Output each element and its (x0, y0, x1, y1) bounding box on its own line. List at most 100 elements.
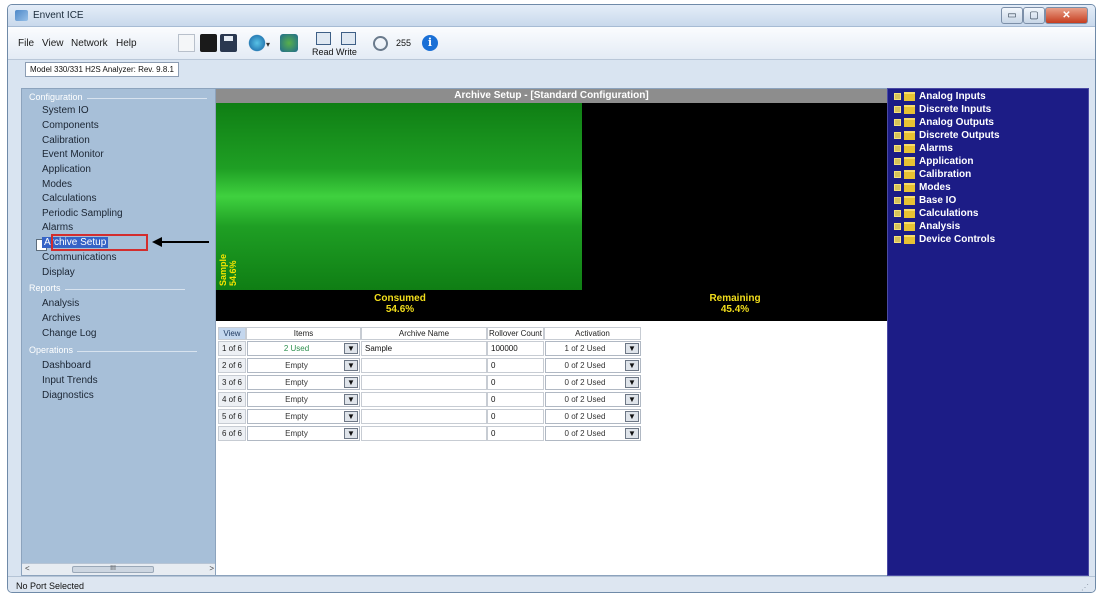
expand-icon[interactable] (894, 132, 901, 139)
chevron-down-icon[interactable]: ▼ (625, 343, 639, 354)
info-icon[interactable]: i (422, 35, 438, 51)
archive-name-field[interactable] (361, 375, 487, 390)
menu-network[interactable]: Network (71, 38, 108, 49)
rollover-count-field[interactable]: 0 (487, 426, 544, 441)
activation-dropdown[interactable]: 0 of 2 Used ▼ (545, 358, 641, 373)
expand-icon[interactable] (894, 236, 901, 243)
rollover-count-field[interactable]: 0 (487, 358, 544, 373)
view-button[interactable]: 5 of 6 (218, 409, 246, 424)
chevron-down-icon[interactable]: ▼ (344, 377, 358, 388)
chevron-down-icon[interactable]: ▼ (625, 411, 639, 422)
write-button[interactable]: Write (336, 47, 357, 57)
nav-item-system-io[interactable]: System IO (42, 105, 89, 116)
nav-item-change-log[interactable]: Change Log (42, 328, 97, 339)
activation-dropdown[interactable]: 0 of 2 Used ▼ (545, 375, 641, 390)
activation-value: 0 of 2 Used (564, 429, 606, 438)
device-tab[interactable]: Model 330/331 H2S Analyzer: Rev. 9.8.1 (25, 62, 179, 77)
chevron-down-icon[interactable]: ▼ (625, 360, 639, 371)
chevron-down-icon[interactable]: ▼ (625, 394, 639, 405)
nav-item-analysis[interactable]: Analysis (42, 298, 79, 309)
resize-grip-icon[interactable]: ⋰ (1081, 583, 1089, 592)
nav-item-archives[interactable]: Archives (42, 313, 80, 324)
items-dropdown[interactable]: Empty ▼ (247, 358, 360, 373)
nav-item-components[interactable]: Components (42, 120, 99, 131)
activation-dropdown[interactable]: 1 of 2 Used ▼ (545, 341, 641, 356)
activation-dropdown[interactable]: 0 of 2 Used ▼ (545, 426, 641, 441)
expand-icon[interactable] (894, 184, 901, 191)
archive-name-field[interactable] (361, 409, 487, 424)
nav-item-application[interactable]: Application (42, 164, 91, 175)
menu-view[interactable]: View (42, 38, 64, 49)
expand-icon[interactable] (894, 210, 901, 217)
gauge-icon[interactable] (373, 36, 388, 51)
horizontal-scrollbar[interactable]: < III > (22, 563, 218, 575)
read-button[interactable]: Read (312, 47, 334, 57)
nav-item-calibration[interactable]: Calibration (42, 135, 90, 146)
chevron-down-icon[interactable]: ▼ (344, 428, 358, 439)
scroll-right-icon[interactable]: > (209, 564, 214, 573)
items-dropdown[interactable]: Empty ▼ (247, 375, 360, 390)
archive-name-field[interactable] (361, 358, 487, 373)
expand-icon[interactable] (894, 171, 901, 178)
nav-item-modes[interactable]: Modes (42, 179, 72, 190)
chevron-down-icon[interactable]: ▼ (344, 343, 358, 354)
expand-icon[interactable] (894, 197, 901, 204)
expand-icon[interactable] (894, 119, 901, 126)
rollover-count-field[interactable]: 100000 (487, 341, 544, 356)
maximize-button[interactable]: ▢ (1023, 7, 1045, 24)
view-button[interactable]: 1 of 6 (218, 341, 246, 356)
scroll-left-icon[interactable]: < (25, 564, 30, 573)
nav-item-periodic-sampling[interactable]: Periodic Sampling (42, 208, 123, 219)
chevron-down-icon[interactable]: ▼ (625, 377, 639, 388)
expand-icon[interactable] (894, 158, 901, 165)
items-dropdown[interactable]: Empty ▼ (247, 409, 360, 424)
scroll-thumb[interactable]: III (72, 565, 154, 573)
view-button[interactable]: 6 of 6 (218, 426, 246, 441)
column-header-view[interactable]: View (218, 327, 246, 340)
archive-name-field[interactable] (361, 392, 487, 407)
view-button[interactable]: 3 of 6 (218, 375, 246, 390)
network-icon[interactable] (246, 34, 268, 52)
nav-item-dashboard[interactable]: Dashboard (42, 360, 91, 371)
nav-item-event-monitor[interactable]: Event Monitor (42, 149, 104, 160)
nav-item-communications[interactable]: Communications (42, 252, 116, 263)
folder-icon (904, 196, 915, 205)
nav-item-input-trends[interactable]: Input Trends (42, 375, 98, 386)
nav-item-display[interactable]: Display (42, 267, 75, 278)
nav-item-alarms[interactable]: Alarms (42, 222, 73, 233)
network-dropdown-icon[interactable]: ▾ (266, 40, 270, 49)
write-icon[interactable] (341, 32, 356, 45)
new-document-icon[interactable] (178, 34, 195, 52)
archive-name-field[interactable] (361, 426, 487, 441)
connect-icon[interactable] (280, 34, 298, 52)
view-button[interactable]: 2 of 6 (218, 358, 246, 373)
save-icon[interactable] (220, 34, 237, 52)
items-dropdown[interactable]: Empty ▼ (247, 426, 360, 441)
expand-icon[interactable] (894, 106, 901, 113)
activation-dropdown[interactable]: 0 of 2 Used ▼ (545, 409, 641, 424)
chevron-down-icon[interactable]: ▼ (625, 428, 639, 439)
chevron-down-icon[interactable]: ▼ (344, 360, 358, 371)
rollover-count-field[interactable]: 0 (487, 409, 544, 424)
items-dropdown[interactable]: 2 Used ▼ (247, 341, 360, 356)
nav-item-diagnostics[interactable]: Diagnostics (42, 390, 94, 401)
open-book-icon[interactable] (200, 34, 217, 52)
expand-icon[interactable] (894, 93, 901, 100)
minimize-button[interactable]: ▭ (1001, 7, 1023, 24)
rollover-count-field[interactable]: 0 (487, 375, 544, 390)
tree-item-label: Calibration (919, 169, 972, 180)
expand-icon[interactable] (894, 145, 901, 152)
archive-name-field[interactable]: Sample (361, 341, 487, 356)
rollover-count-field[interactable]: 0 (487, 392, 544, 407)
expand-icon[interactable] (894, 223, 901, 230)
read-icon[interactable] (316, 32, 331, 45)
menu-help[interactable]: Help (116, 38, 137, 49)
nav-item-calculations[interactable]: Calculations (42, 193, 96, 204)
chevron-down-icon[interactable]: ▼ (344, 394, 358, 405)
close-button[interactable]: ✕ (1045, 7, 1088, 24)
chevron-down-icon[interactable]: ▼ (344, 411, 358, 422)
view-button[interactable]: 4 of 6 (218, 392, 246, 407)
activation-dropdown[interactable]: 0 of 2 Used ▼ (545, 392, 641, 407)
items-dropdown[interactable]: Empty ▼ (247, 392, 360, 407)
menu-file[interactable]: File (18, 38, 34, 49)
